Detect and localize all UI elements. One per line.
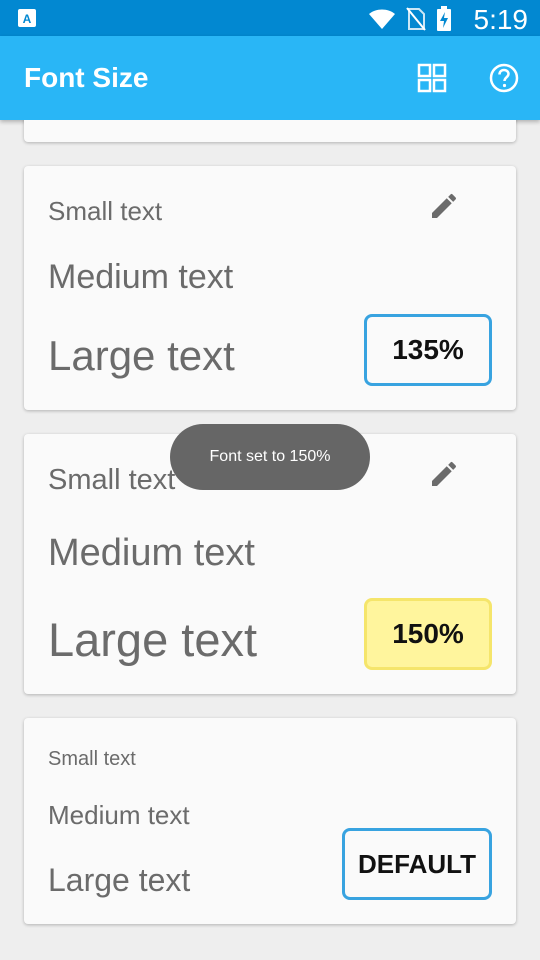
notification-a-icon: A bbox=[18, 9, 36, 27]
medium-text: Medium text bbox=[48, 800, 190, 830]
card-partial bbox=[24, 120, 516, 142]
font-size-card-135: Small text Medium text Large text 135% bbox=[24, 166, 516, 410]
small-text: Small text bbox=[48, 464, 176, 496]
status-time: 5:19 bbox=[473, 4, 529, 35]
large-text: Large text bbox=[48, 613, 258, 666]
no-sim-icon bbox=[406, 7, 426, 31]
large-text: Large text bbox=[48, 862, 191, 898]
small-text: Small text bbox=[48, 196, 163, 226]
large-text: Large text bbox=[48, 332, 235, 379]
status-bar: A 5:19 bbox=[0, 0, 540, 36]
svg-text:A: A bbox=[23, 12, 32, 26]
battery-charging-icon bbox=[437, 6, 451, 31]
app-bar: Font Size bbox=[0, 36, 540, 120]
font-size-list[interactable]: Small text Medium text Large text 135% S… bbox=[0, 120, 540, 960]
font-150-button[interactable]: 150% bbox=[364, 598, 492, 670]
app-title: Font Size bbox=[24, 62, 149, 93]
status-icons bbox=[368, 6, 452, 32]
font-135-button[interactable]: 135% bbox=[364, 314, 492, 386]
medium-text: Medium text bbox=[48, 532, 255, 574]
edit-icon[interactable] bbox=[428, 190, 460, 222]
small-text: Small text bbox=[48, 748, 136, 770]
medium-text: Medium text bbox=[48, 258, 234, 296]
wifi-icon bbox=[369, 9, 395, 29]
help-icon[interactable] bbox=[488, 62, 520, 94]
toast-message: Font set to 150% bbox=[170, 424, 370, 490]
font-size-card-default: Small text Medium text Large text DEFAUL… bbox=[24, 718, 516, 924]
grid-icon[interactable] bbox=[416, 62, 448, 94]
edit-icon[interactable] bbox=[428, 458, 460, 490]
font-default-button[interactable]: DEFAULT bbox=[342, 828, 492, 900]
